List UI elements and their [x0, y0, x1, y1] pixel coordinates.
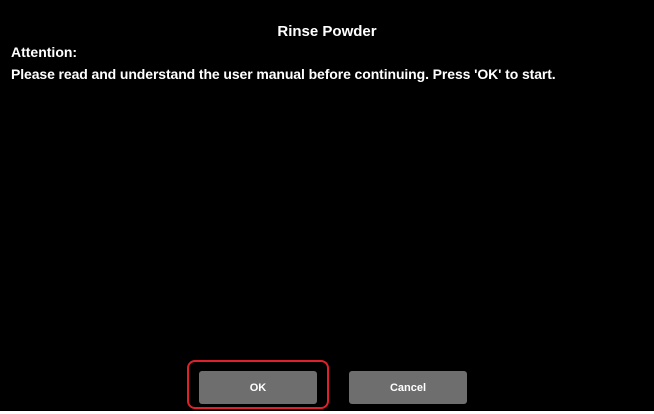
ok-button[interactable]: OK	[199, 371, 317, 404]
attention-label: Attention:	[11, 44, 78, 60]
dialog-screen: Rinse Powder Attention: Please read and …	[0, 0, 654, 411]
ok-button-label: OK	[249, 381, 267, 394]
cancel-button-label: Cancel	[389, 381, 427, 394]
cancel-button[interactable]: Cancel	[349, 371, 467, 404]
instruction-message: Please read and understand the user manu…	[11, 66, 556, 82]
dialog-title: Rinse Powder	[277, 23, 377, 40]
